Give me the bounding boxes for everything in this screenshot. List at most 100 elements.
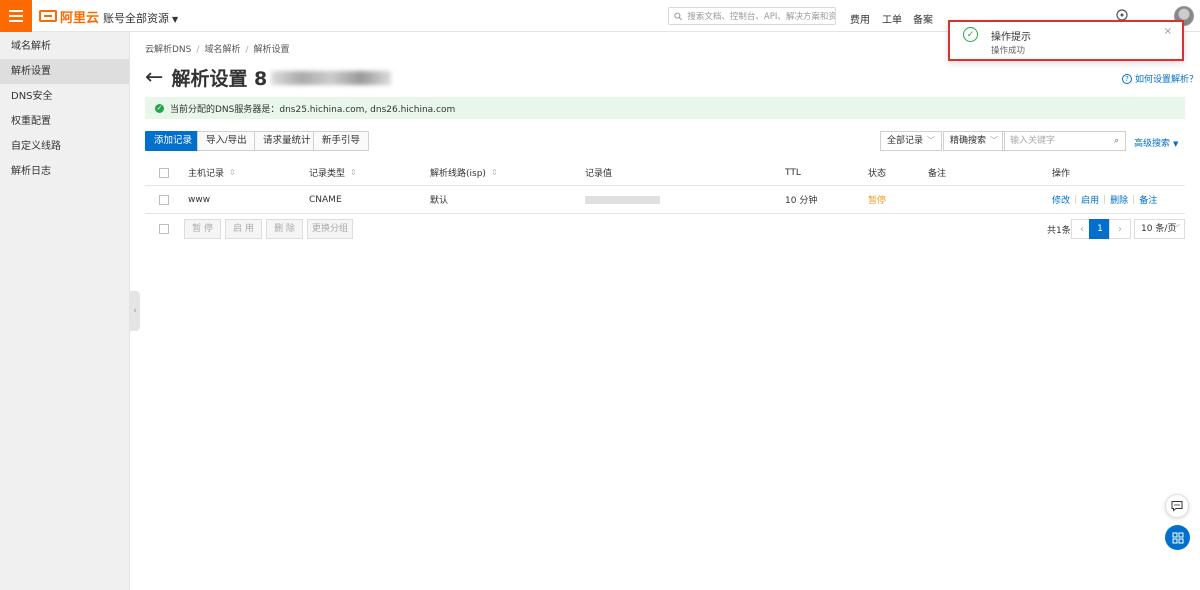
- sort-icon: ⇕: [490, 168, 498, 177]
- cell-line: 默认: [430, 196, 449, 206]
- add-record-button[interactable]: 添加记录: [145, 131, 202, 151]
- close-icon[interactable]: ×: [1164, 26, 1172, 37]
- enable-link[interactable]: 启用: [1081, 193, 1099, 206]
- back-arrow-icon[interactable]: ←: [145, 66, 163, 89]
- sidebar-item-custom-lines[interactable]: 自定义线路: [0, 134, 129, 159]
- breadcrumb-separator: /: [196, 45, 200, 55]
- global-search-input[interactable]: 搜索文档、控制台、API、解决方案和资源: [668, 7, 836, 25]
- cell-actions: 修改 | 启用 | 删除 | 备注: [1052, 186, 1160, 213]
- search-placeholder: 搜索文档、控制台、API、解决方案和资源: [687, 12, 835, 22]
- dns-server-notice: ✓ 当前分配的DNS服务器是：dns25.hichina.com, dns26.…: [145, 97, 1185, 119]
- record-filter-value: 全部记录: [887, 136, 924, 146]
- delete-link[interactable]: 删除: [1110, 193, 1128, 206]
- change-group-button[interactable]: 更换分组: [307, 219, 353, 239]
- help-link[interactable]: ? 如何设置解析？: [1122, 72, 1198, 85]
- question-icon: ?: [1122, 73, 1132, 84]
- import-export-button[interactable]: 导入/导出: [197, 131, 256, 151]
- breadcrumb-separator: /: [245, 45, 249, 55]
- pagination-total: 共1条: [1047, 226, 1071, 236]
- column-host[interactable]: 主机记录 ⇕: [188, 160, 236, 185]
- column-value: 记录值: [585, 169, 613, 179]
- help-link-label: 如何设置解析？: [1135, 75, 1199, 85]
- breadcrumb-item[interactable]: 域名解析: [204, 45, 240, 55]
- beginner-guide-button[interactable]: 新手引导: [313, 131, 370, 151]
- caret-down-icon: ▼: [1173, 140, 1179, 148]
- sidebar-item-weight-config[interactable]: 权重配置: [0, 109, 129, 134]
- check-circle-icon: ✓: [155, 103, 164, 113]
- page-header: ← 解析设置 8: [145, 64, 392, 91]
- search-mode-select[interactable]: 精确搜索 ﹀: [943, 131, 1006, 151]
- search-mode-value: 精确搜索: [950, 136, 987, 146]
- column-label: 记录类型: [309, 169, 346, 179]
- select-all-checkbox-footer[interactable]: [159, 224, 169, 234]
- account-scope-dropdown[interactable]: 账号全部资源 ▼: [103, 10, 178, 26]
- chat-button[interactable]: [1165, 494, 1189, 518]
- breadcrumb-item-current: 解析设置: [253, 45, 290, 55]
- logo-mark-icon: [39, 10, 57, 22]
- check-circle-icon: ✓: [963, 27, 978, 42]
- select-all-checkbox[interactable]: [159, 167, 169, 178]
- sort-icon: ⇕: [229, 168, 236, 177]
- column-ttl: TTL: [785, 167, 801, 178]
- sidebar-item-resolution-settings[interactable]: 解析设置: [0, 59, 129, 84]
- breadcrumb-item[interactable]: 云解析DNS: [145, 45, 191, 55]
- cell-ttl: 10 分钟: [785, 196, 818, 206]
- caret-down-icon: ▼: [172, 15, 179, 24]
- column-label: 主机记录: [188, 169, 225, 179]
- row-checkbox[interactable]: [159, 194, 169, 205]
- table-footer: 暂 停 启 用 删 除 更换分组 共1条 ‹ 1 › 10 条/页 ﹀: [145, 219, 1185, 239]
- column-remark: 备注: [928, 169, 947, 179]
- chevron-left-icon: ‹: [1080, 223, 1084, 235]
- cell-host: www: [188, 194, 211, 205]
- remark-link[interactable]: 备注: [1139, 193, 1157, 206]
- next-page-button[interactable]: ›: [1109, 219, 1131, 239]
- sidebar: 域名解析 解析设置 DNS安全 权重配置 自定义线路 解析日志: [0, 32, 130, 590]
- keyword-placeholder: 输入关键字: [1010, 136, 1056, 146]
- cell-type: CNAME: [309, 194, 342, 205]
- chevron-down-icon: ﹀: [990, 136, 999, 145]
- table-header: 主机记录 ⇕ 记录类型 ⇕ 解析线路(isp) ⇕ 记录值 TTL 状态 备注 操作: [145, 160, 1185, 186]
- advanced-search-link[interactable]: 高级搜索 ▼: [1134, 136, 1178, 149]
- search-icon[interactable]: ⌕: [1114, 132, 1119, 150]
- aliyun-logo[interactable]: 阿里云: [39, 8, 100, 26]
- keyword-search-input[interactable]: 输入关键字 ⌕: [1002, 131, 1126, 151]
- apps-button[interactable]: [1165, 525, 1190, 550]
- chevron-right-icon: ›: [1118, 223, 1122, 235]
- delete-button[interactable]: 删 除: [266, 219, 303, 239]
- logo-text: 阿里云: [60, 10, 100, 26]
- column-label: 解析线路(isp): [430, 169, 486, 179]
- edit-link[interactable]: 修改: [1052, 193, 1070, 206]
- advanced-search-label: 高级搜索: [1134, 139, 1171, 149]
- pause-button[interactable]: 暂 停: [184, 219, 221, 239]
- notice-text: 当前分配的DNS服务器是：dns25.hichina.com, dns26.hi…: [170, 104, 456, 115]
- request-stats-button[interactable]: 请求量统计: [254, 131, 320, 151]
- toast-message: 操作成功: [991, 46, 1026, 56]
- search-icon: [674, 12, 682, 20]
- action-separator: |: [1132, 194, 1136, 205]
- chat-bubble-icon: [1171, 501, 1183, 512]
- redacted-record-value: [585, 195, 660, 204]
- page-size-select[interactable]: 10 条/页 ﹀: [1134, 219, 1185, 239]
- cell-value: [585, 186, 660, 213]
- enable-button[interactable]: 启 用: [225, 219, 262, 239]
- sidebar-item-resolution-log[interactable]: 解析日志: [0, 159, 129, 184]
- nav-tickets[interactable]: 工单: [882, 11, 902, 26]
- sidebar-item-dns-security[interactable]: DNS安全: [0, 84, 129, 109]
- menu-icon[interactable]: [0, 0, 32, 32]
- column-type[interactable]: 记录类型 ⇕: [309, 160, 357, 185]
- toast-title: 操作提示: [991, 32, 1031, 43]
- nav-icp-filing[interactable]: 备案: [913, 11, 933, 26]
- sidebar-item-domain-resolution[interactable]: 域名解析: [0, 34, 129, 59]
- action-separator: |: [1074, 194, 1078, 205]
- column-line[interactable]: 解析线路(isp) ⇕: [430, 160, 498, 185]
- breadcrumb: 云解析DNS / 域名解析 / 解析设置: [145, 42, 290, 55]
- sidebar-collapse-handle[interactable]: ‹: [130, 291, 140, 331]
- sort-icon: ⇕: [350, 168, 357, 177]
- grid-icon: [1172, 532, 1183, 543]
- record-filter-select[interactable]: 全部记录 ﹀: [880, 131, 943, 151]
- nav-billing[interactable]: 费用: [850, 11, 870, 26]
- status-badge: 暂停: [868, 196, 887, 206]
- success-toast: ✓ 操作提示 操作成功 ×: [948, 20, 1184, 61]
- action-separator: |: [1103, 194, 1107, 205]
- page-button[interactable]: 1: [1089, 219, 1111, 239]
